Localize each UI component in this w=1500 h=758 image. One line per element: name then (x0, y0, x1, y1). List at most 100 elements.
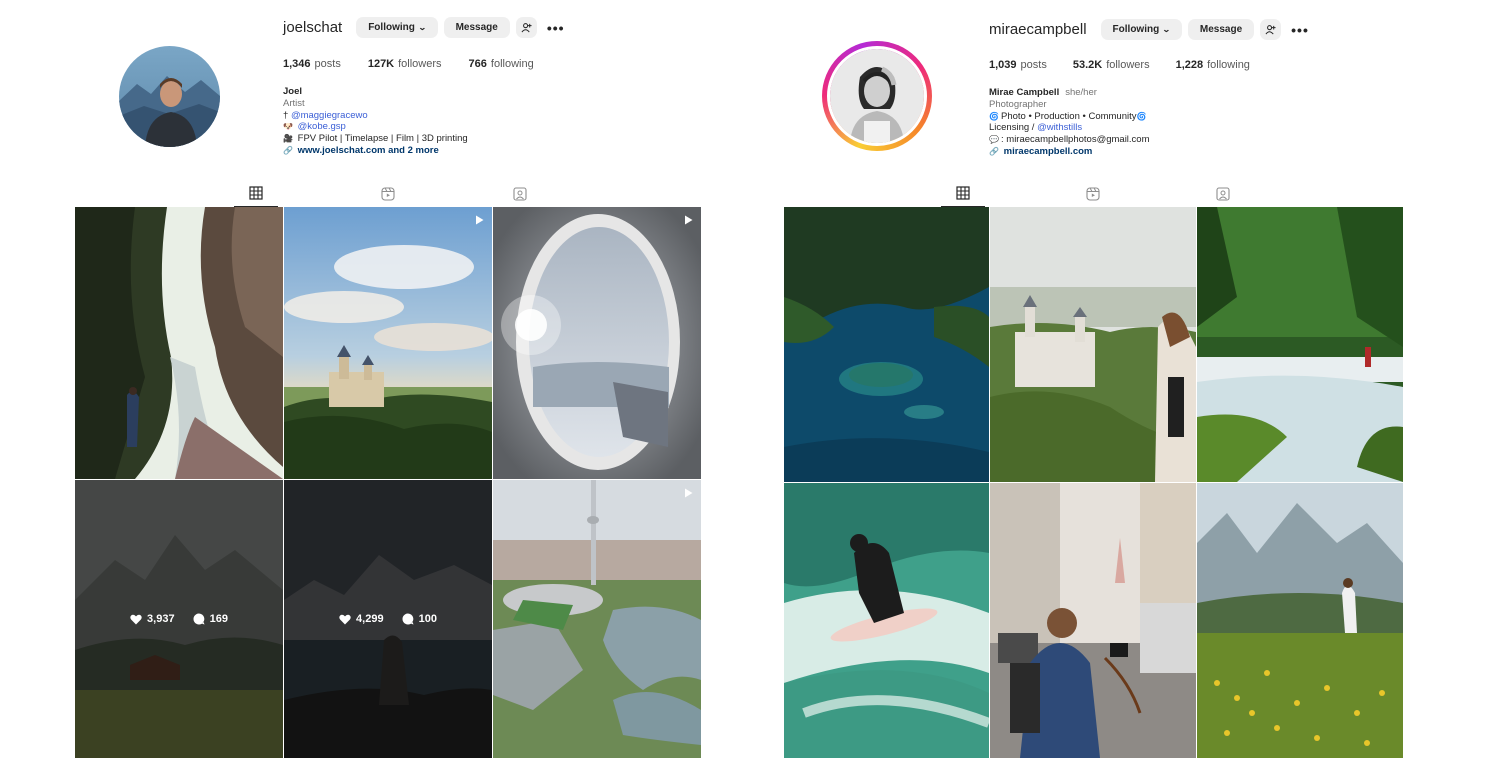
bio-line-2: 🐶 @kobe.gsp (283, 121, 468, 133)
photo-airplane-window (493, 207, 701, 479)
mention-link[interactable]: @kobe.gsp (298, 121, 346, 132)
followers-stat[interactable]: 127K followers (368, 58, 442, 70)
followers-count: 53.2K (1072, 59, 1103, 71)
tab-posts[interactable] (234, 180, 278, 207)
display-name: Mirae Campbell (989, 87, 1060, 98)
likes-count: 4,299 (356, 613, 384, 625)
posts-label: posts (1020, 59, 1047, 71)
suggest-user-button[interactable] (1260, 19, 1282, 40)
speech-bubble-emoji-icon: 💬 (989, 135, 999, 145)
bio-text: FPV Pilot | Timelapse | Film | 3D printi… (297, 133, 468, 145)
suggest-user-icon (1265, 25, 1276, 35)
post-thumbnail[interactable] (1197, 483, 1403, 758)
following-label: following (490, 58, 534, 70)
heart-icon (130, 614, 142, 624)
bio: Joel Artist † @maggiegracewo 🐶 @kobe.gsp… (283, 86, 468, 157)
message-button[interactable]: Message (1187, 19, 1255, 40)
bio-email: : miraecampbellphotos@gmail.com (1001, 134, 1150, 146)
comment-icon (193, 613, 205, 625)
photo-surfer (784, 483, 989, 758)
post-thumbnail[interactable] (784, 483, 989, 758)
dog-emoji-icon: 🐶 (283, 122, 293, 132)
photo-castle-woman (990, 207, 1196, 482)
photo-lake-aerial (784, 207, 989, 482)
mention-link[interactable]: @maggiegracewo (291, 110, 368, 121)
post-hover-overlay: 3,937 169 (75, 480, 283, 758)
tagged-icon (513, 186, 527, 201)
reels-icon (381, 186, 395, 201)
chevron-down-icon: ⌄ (1162, 25, 1171, 34)
post-thumbnail[interactable]: 3,937 169 (75, 480, 283, 758)
post-thumbnail[interactable] (75, 207, 283, 479)
suggest-user-button[interactable] (515, 17, 537, 38)
comments-count: 100 (418, 613, 437, 625)
message-button-label: Message (1199, 24, 1243, 35)
more-icon[interactable]: ••• (1291, 23, 1309, 37)
tab-tagged[interactable] (1201, 180, 1245, 207)
tab-tagged[interactable] (498, 180, 542, 207)
bio-text: Licensing / (989, 122, 1038, 134)
reel-badge-icon (685, 488, 693, 498)
link-icon: 🔗 (989, 146, 999, 156)
likes-count: 3,937 (147, 613, 175, 625)
more-icon[interactable]: ••• (547, 21, 565, 35)
tab-reels[interactable] (1071, 180, 1115, 207)
photo-canyon (75, 207, 283, 479)
following-stat[interactable]: 1,228 following (1176, 59, 1250, 71)
following-stat[interactable]: 766 following (469, 58, 534, 70)
display-name: Joel (283, 86, 303, 97)
bio-line-1: 🌀 Photo • Production • Community🌀 (989, 111, 1150, 123)
avatar[interactable] (827, 46, 927, 146)
following-button[interactable]: Following ⌄ (356, 17, 438, 38)
username: joelschat (283, 19, 343, 36)
website-link[interactable]: www.joelschat.com and 2 more (298, 145, 439, 156)
posts-label: posts (314, 58, 341, 70)
photo-olympic-park (493, 480, 701, 758)
followers-stat[interactable]: 53.2K followers (1073, 59, 1150, 71)
posts-grid (784, 207, 1403, 758)
website-link[interactable]: miraecampbell.com (1004, 146, 1093, 157)
post-thumbnail[interactable] (990, 483, 1196, 758)
bio-line-1: † @maggiegracewo (283, 110, 468, 122)
suggest-user-icon (521, 23, 532, 33)
posts-count: 1,039 (989, 59, 1017, 71)
posts-grid: 3,937 169 4,299 100 (75, 207, 701, 758)
post-thumbnail[interactable] (784, 207, 989, 482)
profile-stats: 1,039 posts 53.2K followers 1,228 following (989, 59, 1250, 71)
mention-link[interactable]: @withstills (1037, 122, 1082, 133)
name-line: Mirae Campbell she/her (989, 87, 1150, 99)
following-count: 1,228 (1175, 59, 1204, 71)
avatar[interactable] (119, 46, 220, 147)
post-hover-overlay: 4,299 100 (284, 480, 492, 758)
post-thumbnail[interactable] (990, 207, 1196, 482)
likes: 4,299 (339, 613, 384, 625)
following-label: following (1207, 59, 1250, 71)
bio-url-line: 🔗 miraecampbell.com (989, 146, 1150, 158)
reel-badge-icon (685, 215, 693, 225)
chevron-down-icon: ⌄ (417, 23, 427, 32)
bio: Mirae Campbell she/her Photographer 🌀 Phot… (989, 87, 1150, 158)
photo-castle (284, 207, 492, 479)
category-label: Artist (283, 97, 305, 109)
message-button-label: Message (455, 22, 498, 33)
post-thumbnail[interactable] (493, 480, 701, 758)
comments: 100 (402, 613, 437, 625)
grid-icon (249, 186, 263, 200)
bio-text: Photo • Production • Community (1001, 110, 1137, 122)
photo-waterfall (1197, 207, 1403, 482)
profile-joelschat: joelschat Following ⌄ Message ••• 1,346 p… (0, 0, 750, 758)
comment-icon (402, 613, 414, 625)
post-thumbnail[interactable] (284, 207, 492, 479)
tab-reels[interactable] (366, 180, 410, 207)
profile-stats: 1,346 posts 127K followers 766 following (283, 58, 534, 70)
tab-posts[interactable] (941, 180, 985, 207)
post-thumbnail[interactable] (493, 207, 701, 479)
post-thumbnail[interactable] (1197, 207, 1403, 482)
message-button[interactable]: Message (443, 17, 510, 38)
post-thumbnail[interactable]: 4,299 100 (284, 480, 492, 758)
category-label: Photographer (989, 98, 1047, 110)
followers-count: 127K (367, 58, 395, 70)
photo-street-woman (990, 483, 1196, 758)
following-button[interactable]: Following ⌄ (1100, 19, 1182, 40)
likes: 3,937 (130, 613, 175, 625)
